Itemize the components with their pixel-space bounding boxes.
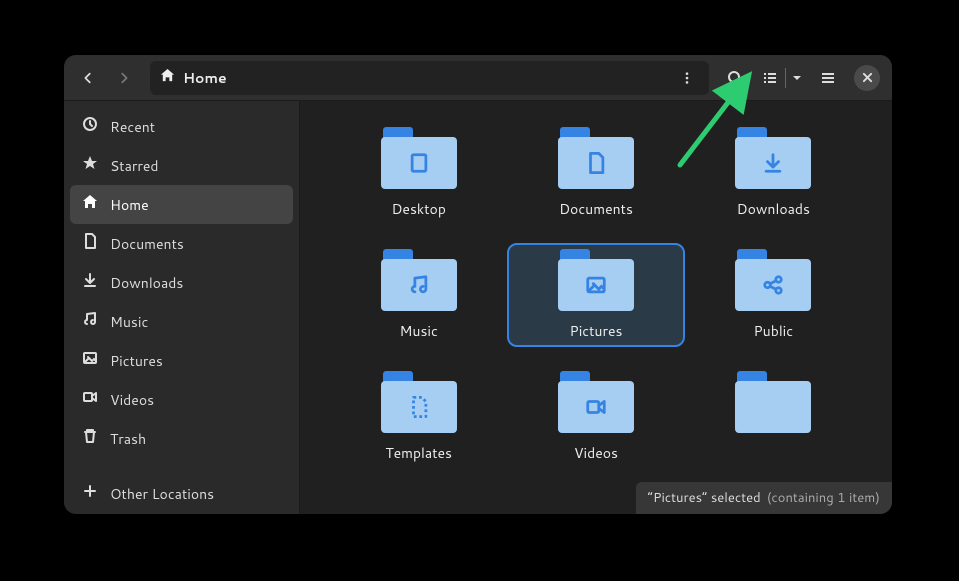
file-item[interactable]: Documents	[507, 121, 684, 225]
close-button[interactable]	[854, 65, 880, 91]
list-view-button[interactable]	[755, 62, 785, 94]
sidebar-item-documents[interactable]: Documents	[70, 224, 293, 263]
path-label: Home	[183, 68, 227, 88]
sidebar-item-label: Videos	[110, 390, 154, 410]
file-item[interactable]: Desktop	[330, 121, 507, 225]
download-icon	[82, 272, 98, 293]
file-label: Desktop	[391, 199, 445, 219]
file-label: Music	[400, 321, 438, 341]
doc-icon	[82, 233, 98, 254]
file-item[interactable]: Public	[685, 243, 862, 347]
sidebar-item-label: Home	[110, 195, 149, 215]
view-dropdown-button[interactable]	[786, 62, 808, 94]
sidebar: Recent Starred Home Documents Downloads Music…	[64, 101, 300, 514]
headerbar: Home	[64, 55, 892, 101]
sidebar-item-trash[interactable]: Trash	[70, 419, 293, 458]
file-item[interactable]: Videos	[507, 365, 684, 469]
plus-icon	[82, 483, 98, 504]
sidebar-item-pictures[interactable]: Pictures	[70, 341, 293, 380]
pathbar[interactable]: Home	[150, 61, 709, 95]
sidebar-item-label: Recent	[110, 117, 155, 137]
star-icon	[82, 155, 98, 176]
hamburger-menu-button[interactable]	[812, 62, 844, 94]
folder-icon	[735, 127, 811, 189]
folder-icon	[735, 249, 811, 311]
video-icon	[82, 389, 98, 410]
sidebar-item-videos[interactable]: Videos	[70, 380, 293, 419]
file-item[interactable]: Templates	[330, 365, 507, 469]
folder-icon	[381, 371, 457, 433]
status-primary: “Pictures” selected	[648, 489, 761, 507]
back-button[interactable]	[72, 62, 104, 94]
status-secondary: (containing 1 item)	[767, 489, 880, 507]
status-bar: “Pictures” selected (containing 1 item)	[636, 482, 892, 514]
sidebar-item-recent[interactable]: Recent	[70, 107, 293, 146]
sidebar-item-label: Music	[110, 312, 148, 332]
forward-button[interactable]	[108, 62, 140, 94]
file-label: Documents	[559, 199, 633, 219]
file-grid-area[interactable]: Desktop Documents Downloads Music Pictures Pu…	[300, 101, 892, 514]
folder-icon	[558, 371, 634, 433]
file-label: Templates	[385, 443, 452, 463]
file-label: Downloads	[737, 199, 810, 219]
file-label: Public	[754, 321, 794, 341]
image-icon	[82, 350, 98, 371]
file-item[interactable]	[685, 365, 862, 469]
sidebar-item-label: Documents	[110, 234, 184, 254]
file-manager-window: Home RecentStarredHomeDocumen	[64, 55, 892, 514]
folder-icon	[558, 249, 634, 311]
home-icon	[82, 194, 98, 215]
clock-icon	[82, 116, 98, 137]
home-icon	[160, 68, 175, 88]
folder-icon	[558, 127, 634, 189]
trash-icon	[82, 428, 98, 449]
sidebar-item-label: Starred	[110, 156, 159, 176]
file-item[interactable]: Downloads	[685, 121, 862, 225]
file-item[interactable]: Music	[330, 243, 507, 347]
sidebar-item-label: Other Locations	[110, 484, 214, 504]
folder-icon	[381, 249, 457, 311]
sidebar-item-starred[interactable]: Starred	[70, 146, 293, 185]
path-menu-button[interactable]	[675, 66, 699, 90]
folder-icon	[381, 127, 457, 189]
file-label: Pictures	[570, 321, 623, 341]
file-item[interactable]: Pictures	[507, 243, 684, 347]
sidebar-item-music[interactable]: Music	[70, 302, 293, 341]
sidebar-item-label: Downloads	[110, 273, 183, 293]
music-icon	[82, 311, 98, 332]
sidebar-item-label: Trash	[110, 429, 146, 449]
search-button[interactable]	[719, 62, 751, 94]
sidebar-item-home[interactable]: Home	[70, 185, 293, 224]
folder-icon	[735, 371, 811, 433]
view-toggle	[755, 62, 808, 94]
sidebar-item-other-locations[interactable]: Other Locations	[70, 474, 293, 513]
sidebar-item-label: Pictures	[110, 351, 163, 371]
file-label: Videos	[574, 443, 618, 463]
sidebar-item-downloads[interactable]: Downloads	[70, 263, 293, 302]
